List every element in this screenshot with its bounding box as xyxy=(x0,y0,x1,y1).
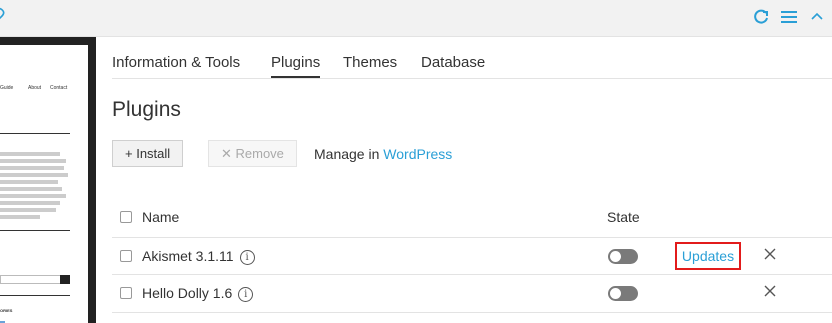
plugin-name: Hello Dolly 1.6 xyxy=(142,285,233,301)
menu-icon[interactable] xyxy=(780,8,798,26)
info-icon[interactable]: i xyxy=(239,249,255,265)
preview-divider xyxy=(0,295,70,296)
refresh-icon[interactable] xyxy=(752,8,770,26)
tabs-divider xyxy=(112,78,832,79)
preview-nav-about: About xyxy=(28,85,42,91)
preview-divider xyxy=(0,133,70,134)
table-row: Hello Dolly 1.6 i xyxy=(112,274,832,313)
plugin-name: Akismet 3.1.11 xyxy=(142,248,234,264)
main-panel: Information & Tools Plugins Themes Datab… xyxy=(96,37,832,323)
table-row: Akismet 3.1.11 i Updates xyxy=(112,237,832,275)
updates-link[interactable]: Updates xyxy=(675,242,741,270)
collapse-icon[interactable] xyxy=(808,8,826,26)
preview-divider xyxy=(0,230,70,231)
site-preview[interactable]: Guide About Contact ORIES xyxy=(0,37,96,323)
plugin-name-cell: Akismet 3.1.11 i xyxy=(142,248,255,265)
select-all-checkbox[interactable] xyxy=(120,211,132,223)
remove-button[interactable]: ✕ Remove xyxy=(208,140,297,167)
tab-themes[interactable]: Themes xyxy=(343,54,397,76)
column-header-name: Name xyxy=(142,209,180,225)
preview-categories-heading: ORIES xyxy=(0,308,13,313)
tab-plugins[interactable]: Plugins xyxy=(271,54,321,78)
preview-nav-contact: Contact xyxy=(50,85,68,91)
preview-search-field xyxy=(0,275,62,284)
manage-in-wordpress: Manage in WordPress xyxy=(314,146,452,162)
top-bar xyxy=(0,0,832,37)
state-toggle[interactable] xyxy=(608,249,638,264)
logo-icon xyxy=(0,7,5,20)
page-title: Plugins xyxy=(112,98,181,121)
wordpress-link[interactable]: WordPress xyxy=(383,146,452,162)
table-header: Name State xyxy=(112,199,832,236)
install-button[interactable]: + Install xyxy=(112,140,184,167)
plugin-name-cell: Hello Dolly 1.6 i xyxy=(142,285,254,302)
manage-prefix: Manage in xyxy=(314,146,384,162)
tab-information-tools[interactable]: Information & Tools xyxy=(112,54,240,76)
site-preview-page: Guide About Contact ORIES xyxy=(0,45,88,323)
column-header-state: State xyxy=(607,209,640,225)
tab-database[interactable]: Database xyxy=(421,54,485,76)
info-icon[interactable]: i xyxy=(238,286,254,302)
close-icon[interactable] xyxy=(763,247,777,261)
preview-nav-guide: Guide xyxy=(0,85,14,91)
preview-text-block xyxy=(0,151,70,222)
state-toggle[interactable] xyxy=(608,286,638,301)
close-icon[interactable] xyxy=(763,284,777,298)
preview-search-button xyxy=(60,275,70,284)
row-checkbox[interactable] xyxy=(120,287,132,299)
row-checkbox[interactable] xyxy=(120,250,132,262)
